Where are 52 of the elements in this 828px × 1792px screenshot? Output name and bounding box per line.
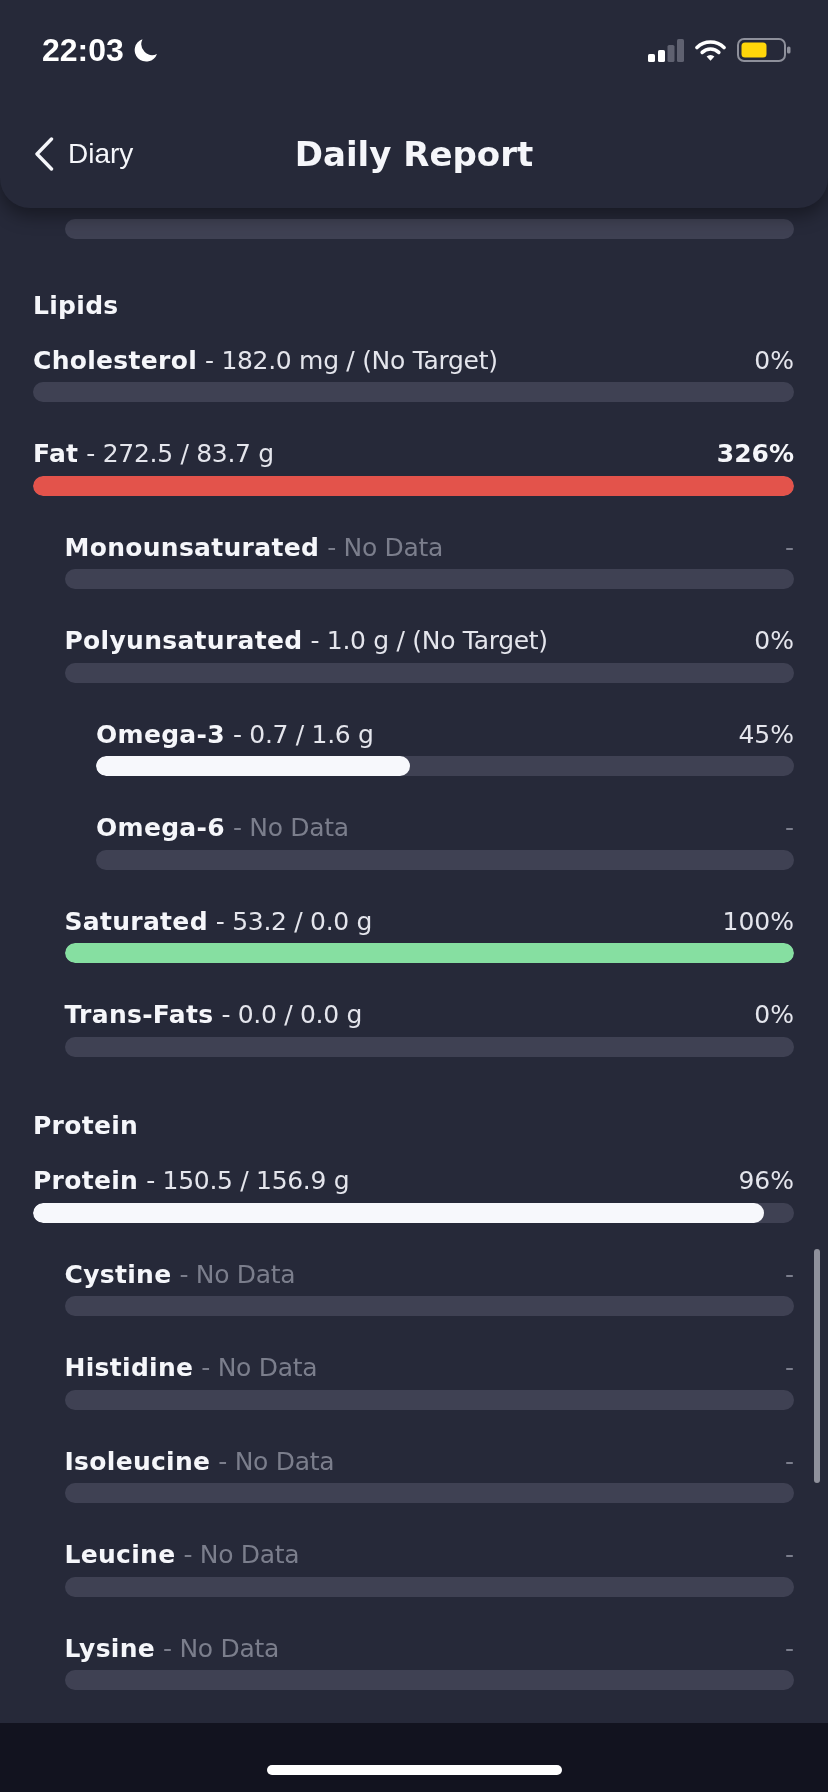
signal-icon [648,38,684,62]
nutrient-amount: - No Data [183,1540,300,1569]
nutrient-name: Omega-6 [96,813,225,842]
nutrient-name: Trans-Fats [64,1000,214,1029]
percent-value: - [784,1353,794,1382]
nutrient-amount: - 0.0 / 0.0 g [221,1000,363,1029]
moon-icon [132,37,158,63]
nutrient-amount: - No Data [201,1353,318,1382]
back-button[interactable]: Diary [34,133,134,175]
nutrient-name: Isoleucine [64,1446,211,1476]
percent-value: 0% [754,1000,794,1029]
nutrient-amount: - 1.0 g / (No Target) [310,626,548,655]
nutrient-amount: - No Data [163,1633,279,1663]
nutrient-name: Lysine [64,1633,156,1663]
page-title: Daily Report [294,134,534,174]
nutrient-name: Monounsaturated [64,532,320,562]
nutrient-amount: - 0.7 / 1.6 g [232,719,374,749]
percent-value: - [784,1633,794,1663]
percent-value: 0% [754,626,794,655]
section-heading: Lipids [33,290,119,321]
nutrient-amount: - No Data [232,813,349,842]
percent-value: - [784,532,794,562]
nutrient-name: Fat [33,439,79,468]
nutrient-name: Histidine [64,1353,194,1382]
nutrient-name: Saturated [64,906,208,936]
nutrient-name: Protein [33,1166,139,1195]
nutrient-name: Cystine [64,1259,172,1289]
percent-value: 45% [738,719,794,749]
nutrient-name: Omega-3 [96,719,225,749]
nutrient-amount: - No Data [327,532,444,562]
percent-value: - [784,1446,794,1476]
nutrient-amount: - 272.5 / 83.7 g [86,439,274,468]
status-time: 22:03 [42,34,124,66]
back-chevron-icon [34,137,54,171]
percent-value: - [784,1540,794,1569]
wifi-icon [695,39,726,61]
section-heading: Protein [33,1111,139,1141]
percent-value: 0% [754,345,794,375]
percent-value: - [784,1259,794,1289]
percent-value: - [784,813,794,842]
battery-icon [737,38,791,62]
nutrient-name: Cholesterol [33,345,197,375]
nutrient-amount: - 182.0 mg / (No Target) [205,345,498,375]
nutrient-amount: - No Data [218,1446,335,1476]
nutrient-name: Polyunsaturated [64,626,303,655]
nutrient-amount: - 53.2 / 0.0 g [215,906,373,936]
percent-value: 100% [722,906,794,936]
nutrient-name: Leucine [64,1540,176,1569]
percent-value: 326% [716,439,794,468]
percent-value: 96% [738,1166,794,1195]
nutrient-amount: - No Data [179,1259,296,1289]
nutrient-amount: - 150.5 / 156.9 g [146,1166,350,1195]
